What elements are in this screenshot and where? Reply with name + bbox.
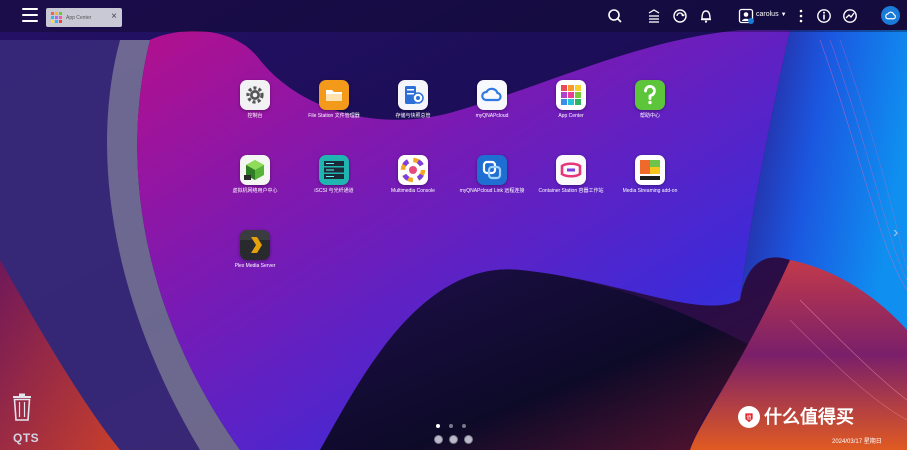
plex-icon <box>240 230 270 260</box>
taskbar-tab-app-center[interactable]: App Center × <box>46 8 122 27</box>
clock-date: 2024/03/17 星期日 <box>832 439 882 445</box>
app-label: 控制台 <box>247 113 263 119</box>
app-label: Container Station 容器工作站 <box>538 188 604 194</box>
tab-label: App Center <box>66 14 92 21</box>
app-myqnapcloud-link[interactable]: myQNAPcloud Link 远程连接 <box>448 155 536 219</box>
help-icon <box>635 80 665 110</box>
media-icon <box>635 155 665 185</box>
close-icon[interactable]: × <box>111 11 117 23</box>
multimedia-icon <box>398 155 428 185</box>
cloud-icon <box>477 80 507 110</box>
server-icon <box>319 155 349 185</box>
more-icon[interactable] <box>793 8 809 24</box>
app-plex-media-server[interactable]: Plex Media Server <box>211 230 299 294</box>
app-label: iSCSI 与光纤通道 <box>314 188 354 194</box>
gear-icon <box>240 80 270 110</box>
app-myqnapcloud[interactable]: myQNAPcloud <box>448 80 536 144</box>
app-grid-icon <box>556 80 586 110</box>
search-icon[interactable] <box>607 8 623 24</box>
app-label: 存储与快照总管 <box>395 113 431 119</box>
app-label: Multimedia Console <box>391 188 435 194</box>
folder-icon <box>319 80 349 110</box>
page-dot-3[interactable] <box>462 424 466 428</box>
page-indicator <box>436 424 466 430</box>
bell-icon[interactable] <box>698 8 714 24</box>
chevron-down-icon: ▼ <box>780 12 787 18</box>
page-dot-2[interactable] <box>449 424 453 428</box>
cube-icon <box>240 155 270 185</box>
app-multimedia-console[interactable]: Multimedia Console <box>369 155 457 219</box>
user-menu[interactable]: carolus ▼ <box>756 11 787 18</box>
svg-text:值: 值 <box>746 414 751 421</box>
app-file-station[interactable]: File Station 文件管理器 <box>290 80 378 144</box>
page-dot-1[interactable] <box>436 424 440 428</box>
storage-icon <box>398 80 428 110</box>
settings-shortcut-icon[interactable] <box>464 435 473 444</box>
info-icon[interactable] <box>816 8 832 24</box>
app-control-panel[interactable]: 控制台 <box>211 80 299 144</box>
app-virtual-network[interactable]: 虚拟机网络用户中心 <box>211 155 299 219</box>
desktop-app-grid: 控制台 File Station 文件管理器 存储与快照总管 myQNAPclo… <box>208 80 688 280</box>
cloud-icon[interactable] <box>881 6 900 25</box>
watermark-logo-icon: 值 <box>738 406 760 428</box>
user-avatar-icon[interactable] <box>738 8 754 24</box>
dashboard-icon[interactable] <box>842 8 858 24</box>
app-label: Plex Media Server <box>234 263 276 269</box>
app-label: Media Streaming add-on <box>622 188 678 194</box>
app-app-center[interactable]: App Center <box>527 80 615 144</box>
app-container-station[interactable]: Container Station 容器工作站 <box>527 155 615 219</box>
app-iscsi-fibre-channel[interactable]: iSCSI 与光纤通道 <box>290 155 378 219</box>
app-label: 虚拟机网络用户中心 <box>232 188 278 194</box>
app-media-streaming[interactable]: Media Streaming add-on <box>606 155 694 219</box>
watermark-text: 什么值得买 <box>764 407 854 427</box>
app-label: myQNAPcloud Link 远程连接 <box>459 188 525 194</box>
app-help-center[interactable]: 帮助中心 <box>606 80 694 144</box>
stack-icon[interactable] <box>646 8 662 24</box>
app-label: File Station 文件管理器 <box>308 113 360 119</box>
link-icon <box>477 155 507 185</box>
network-shortcut-icon[interactable] <box>449 435 458 444</box>
top-bar: App Center × carolus ▼ <box>0 0 907 32</box>
main-menu-icon[interactable] <box>22 8 38 22</box>
multimedia-shortcut-icon[interactable] <box>434 435 443 444</box>
bottom-shortcuts <box>434 435 474 445</box>
container-icon <box>556 155 586 185</box>
app-storage-snapshots[interactable]: 存储与快照总管 <box>369 80 457 144</box>
app-label: 帮助中心 <box>639 113 660 119</box>
qts-logo: QTS <box>13 431 40 445</box>
trash-icon[interactable] <box>10 393 34 421</box>
app-grid-icon <box>51 12 62 23</box>
next-page-arrow[interactable]: › <box>893 224 898 242</box>
app-label: myQNAPcloud <box>475 113 509 119</box>
refresh-icon[interactable] <box>672 8 688 24</box>
user-name: carolus <box>756 11 779 18</box>
app-label: App Center <box>558 113 584 119</box>
